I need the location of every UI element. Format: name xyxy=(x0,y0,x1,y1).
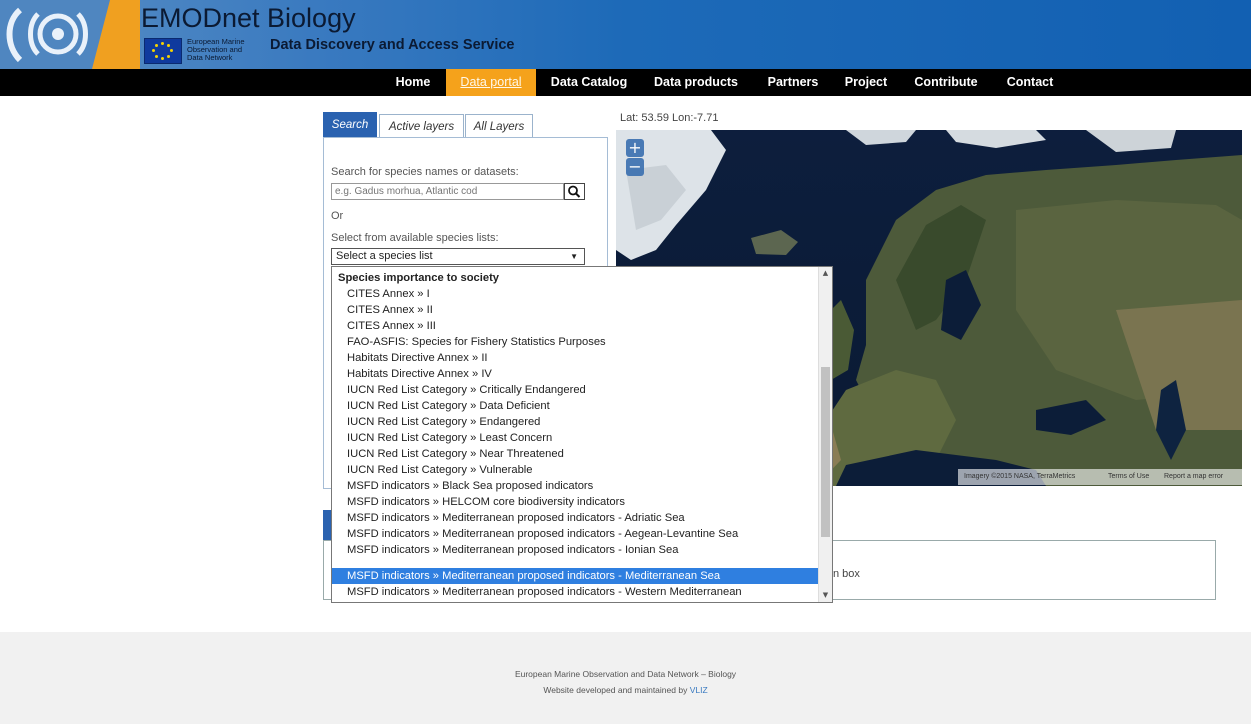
species-list-dropdown[interactable]: Species importance to society CITES Anne… xyxy=(331,266,833,603)
zoom-in-button[interactable]: + xyxy=(626,139,644,157)
vliz-link[interactable]: VLIZ xyxy=(690,685,708,695)
nav-partners[interactable]: Partners xyxy=(758,69,828,96)
species-list-select[interactable]: Select a species list ▼ xyxy=(331,248,585,265)
footer-line-1: European Marine Observation and Data Net… xyxy=(514,669,737,679)
dropdown-option[interactable]: Habitats Directive Annex » II xyxy=(332,350,819,366)
footer-line-2: Website developed and maintained by VLIZ xyxy=(0,685,1251,695)
scroll-up-icon[interactable]: ▲ xyxy=(819,267,832,280)
dropdown-option[interactable]: CITES Annex » III xyxy=(332,318,819,334)
map-coordinates: Lat: 53.59 Lon:-7.71 xyxy=(620,112,719,124)
dropdown-option[interactable]: IUCN Red List Category » Data Deficient xyxy=(332,398,819,414)
dropdown-option[interactable]: IUCN Red List Category » Near Threatened xyxy=(332,446,819,462)
results-partial-text: n box xyxy=(833,568,860,580)
tab-all-layers[interactable]: All Layers xyxy=(465,114,533,138)
site-subtitle: Data Discovery and Access Service xyxy=(270,37,515,53)
dropdown-option[interactable]: CITES Annex » II xyxy=(332,302,819,318)
dropdown-option[interactable]: Habitats Directive Annex » IV xyxy=(332,366,819,382)
eu-network-text: European Marine Observation and Data Net… xyxy=(187,38,247,62)
dropdown-option[interactable]: IUCN Red List Category » Vulnerable xyxy=(332,462,819,478)
dropdown-option[interactable]: CITES Annex » I xyxy=(332,286,819,302)
dropdown-option[interactable]: IUCN Red List Category » Least Concern xyxy=(332,430,819,446)
dropdown-option[interactable]: MSFD indicators » Mediterranean proposed… xyxy=(332,526,819,542)
report-map-error-link[interactable]: Report a map error xyxy=(1164,469,1223,485)
site-header: EMODnet Biology European Marine Observat… xyxy=(0,0,1251,69)
dropdown-option[interactable]: MSFD indicators » HELCOM core biodiversi… xyxy=(332,494,819,510)
nav-contribute[interactable]: Contribute xyxy=(906,69,986,96)
nav-contact[interactable]: Contact xyxy=(998,69,1062,96)
search-button[interactable] xyxy=(564,183,585,200)
dropdown-option[interactable]: MSFD indicators » Mediterranean proposed… xyxy=(332,510,819,526)
search-input[interactable] xyxy=(331,183,564,200)
dropdown-option[interactable]: MSFD indicators » Mediterranean proposed… xyxy=(332,584,819,600)
footer-credit-text: Website developed and maintained by xyxy=(543,685,690,695)
or-label: Or xyxy=(331,210,344,222)
eu-flag-icon xyxy=(144,38,182,64)
dropdown-option[interactable]: IUCN Red List Category » Endangered xyxy=(332,414,819,430)
dropdown-option[interactable]: MSFD indicators » Black Sea proposed ind… xyxy=(332,478,819,494)
nav-data-products[interactable]: Data products xyxy=(646,69,746,96)
nav-data-catalog[interactable]: Data Catalog xyxy=(545,69,633,96)
emodnet-logo[interactable] xyxy=(0,0,140,69)
nav-project[interactable]: Project xyxy=(836,69,896,96)
eu-text-line: Data Network xyxy=(187,53,233,62)
nav-data-portal[interactable]: Data portal xyxy=(446,69,536,96)
scrollbar-thumb[interactable] xyxy=(821,367,830,537)
search-icon xyxy=(568,185,581,198)
site-title[interactable]: EMODnet Biology xyxy=(141,4,356,32)
dropdown-scrollbar[interactable]: ▲ ▼ xyxy=(818,267,832,602)
nav-home[interactable]: Home xyxy=(384,69,442,96)
dropdown-option[interactable]: MSFD indicators » Mediterranean proposed… xyxy=(332,542,819,558)
dropdown-option[interactable]: IUCN Red List Category » Critically Enda… xyxy=(332,382,819,398)
species-list-label: Select from available species lists: xyxy=(331,232,499,244)
search-label: Search for species names or datasets: xyxy=(331,166,519,178)
tab-search[interactable]: Search xyxy=(323,112,377,138)
dropdown-option[interactable]: FAO-ASFIS: Species for Fishery Statistic… xyxy=(332,334,819,350)
imagery-credit: Imagery ©2015 NASA, TerraMetrics xyxy=(964,473,1076,480)
tab-active-layers[interactable]: Active layers xyxy=(379,114,464,138)
scroll-down-icon[interactable]: ▼ xyxy=(819,589,832,602)
select-value: Select a species list xyxy=(336,250,433,262)
terms-of-use-link[interactable]: Terms of Use xyxy=(1108,469,1149,485)
chevron-down-icon: ▼ xyxy=(570,252,578,261)
dropdown-option-selected[interactable]: MSFD indicators » Mediterranean proposed… xyxy=(332,568,819,584)
zoom-out-button[interactable]: − xyxy=(626,158,644,176)
site-footer: European Marine Observation and Data Net… xyxy=(0,632,1251,724)
option-group-label: Species importance to society xyxy=(338,272,500,284)
main-nav: Home Data portal Data Catalog Data produ… xyxy=(0,69,1251,96)
map-attribution: Imagery ©2015 NASA, TerraMetrics Terms o… xyxy=(958,469,1242,485)
